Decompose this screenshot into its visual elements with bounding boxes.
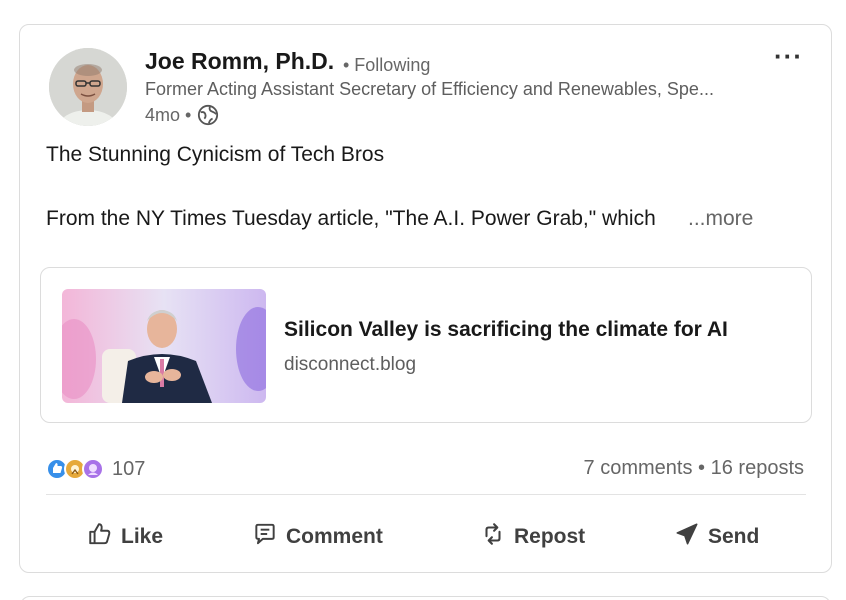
counts-separator: • (692, 457, 711, 479)
paper-plane-icon (674, 521, 700, 553)
feed-post-card: Joe Romm, Ph.D. • Following Former Actin… (19, 24, 832, 573)
repost-button[interactable]: Repost (480, 517, 585, 557)
actions-divider (46, 494, 806, 495)
author-headline: Former Acting Assistant Secretary of Eff… (145, 79, 714, 99)
post-text-title: The Stunning Cynicism of Tech Bros (46, 143, 385, 166)
comment-label: Comment (286, 525, 383, 548)
article-title: Silicon Valley is sacrificing the climat… (284, 318, 728, 341)
comment-bubble-icon (252, 521, 278, 553)
globe-icon (197, 104, 219, 126)
comment-button[interactable]: Comment (252, 517, 383, 557)
author-avatar[interactable] (49, 48, 127, 126)
post-timestamp: 4mo • (145, 104, 192, 125)
post-meta: 4mo • (145, 104, 219, 126)
author-name[interactable]: Joe Romm, Ph.D. (145, 48, 334, 75)
ellipsis-icon[interactable]: ··· (774, 41, 803, 72)
like-label: Like (121, 525, 164, 548)
send-button[interactable]: Send (674, 517, 759, 557)
article-domain: disconnect.blog (284, 354, 417, 375)
reaction-count: 107 (112, 457, 146, 480)
reaction-icons (46, 456, 108, 482)
like-button[interactable]: Like (87, 517, 163, 557)
reposts-count-link[interactable]: 16 reposts (711, 457, 804, 479)
following-status: • Following (343, 55, 431, 75)
see-more-link[interactable]: ...more (688, 207, 753, 231)
support-reaction-icon (82, 458, 104, 480)
send-label: Send (708, 525, 760, 548)
post-actions-bar: Like Comment Repost Send (20, 517, 831, 557)
reactions-summary[interactable]: 107 (46, 456, 145, 482)
social-counts: 7 comments • 16 reposts (584, 457, 804, 480)
repost-label: Repost (514, 525, 586, 548)
article-link-card[interactable]: Silicon Valley is sacrificing the climat… (40, 267, 812, 423)
repost-arrows-icon (480, 521, 506, 553)
comments-count-link[interactable]: 7 comments (584, 457, 693, 479)
next-post-card (20, 596, 831, 600)
article-thumbnail (62, 289, 266, 403)
thumbs-up-icon (87, 521, 113, 553)
post-text-body: From the NY Times Tuesday article, "The … (46, 207, 656, 230)
